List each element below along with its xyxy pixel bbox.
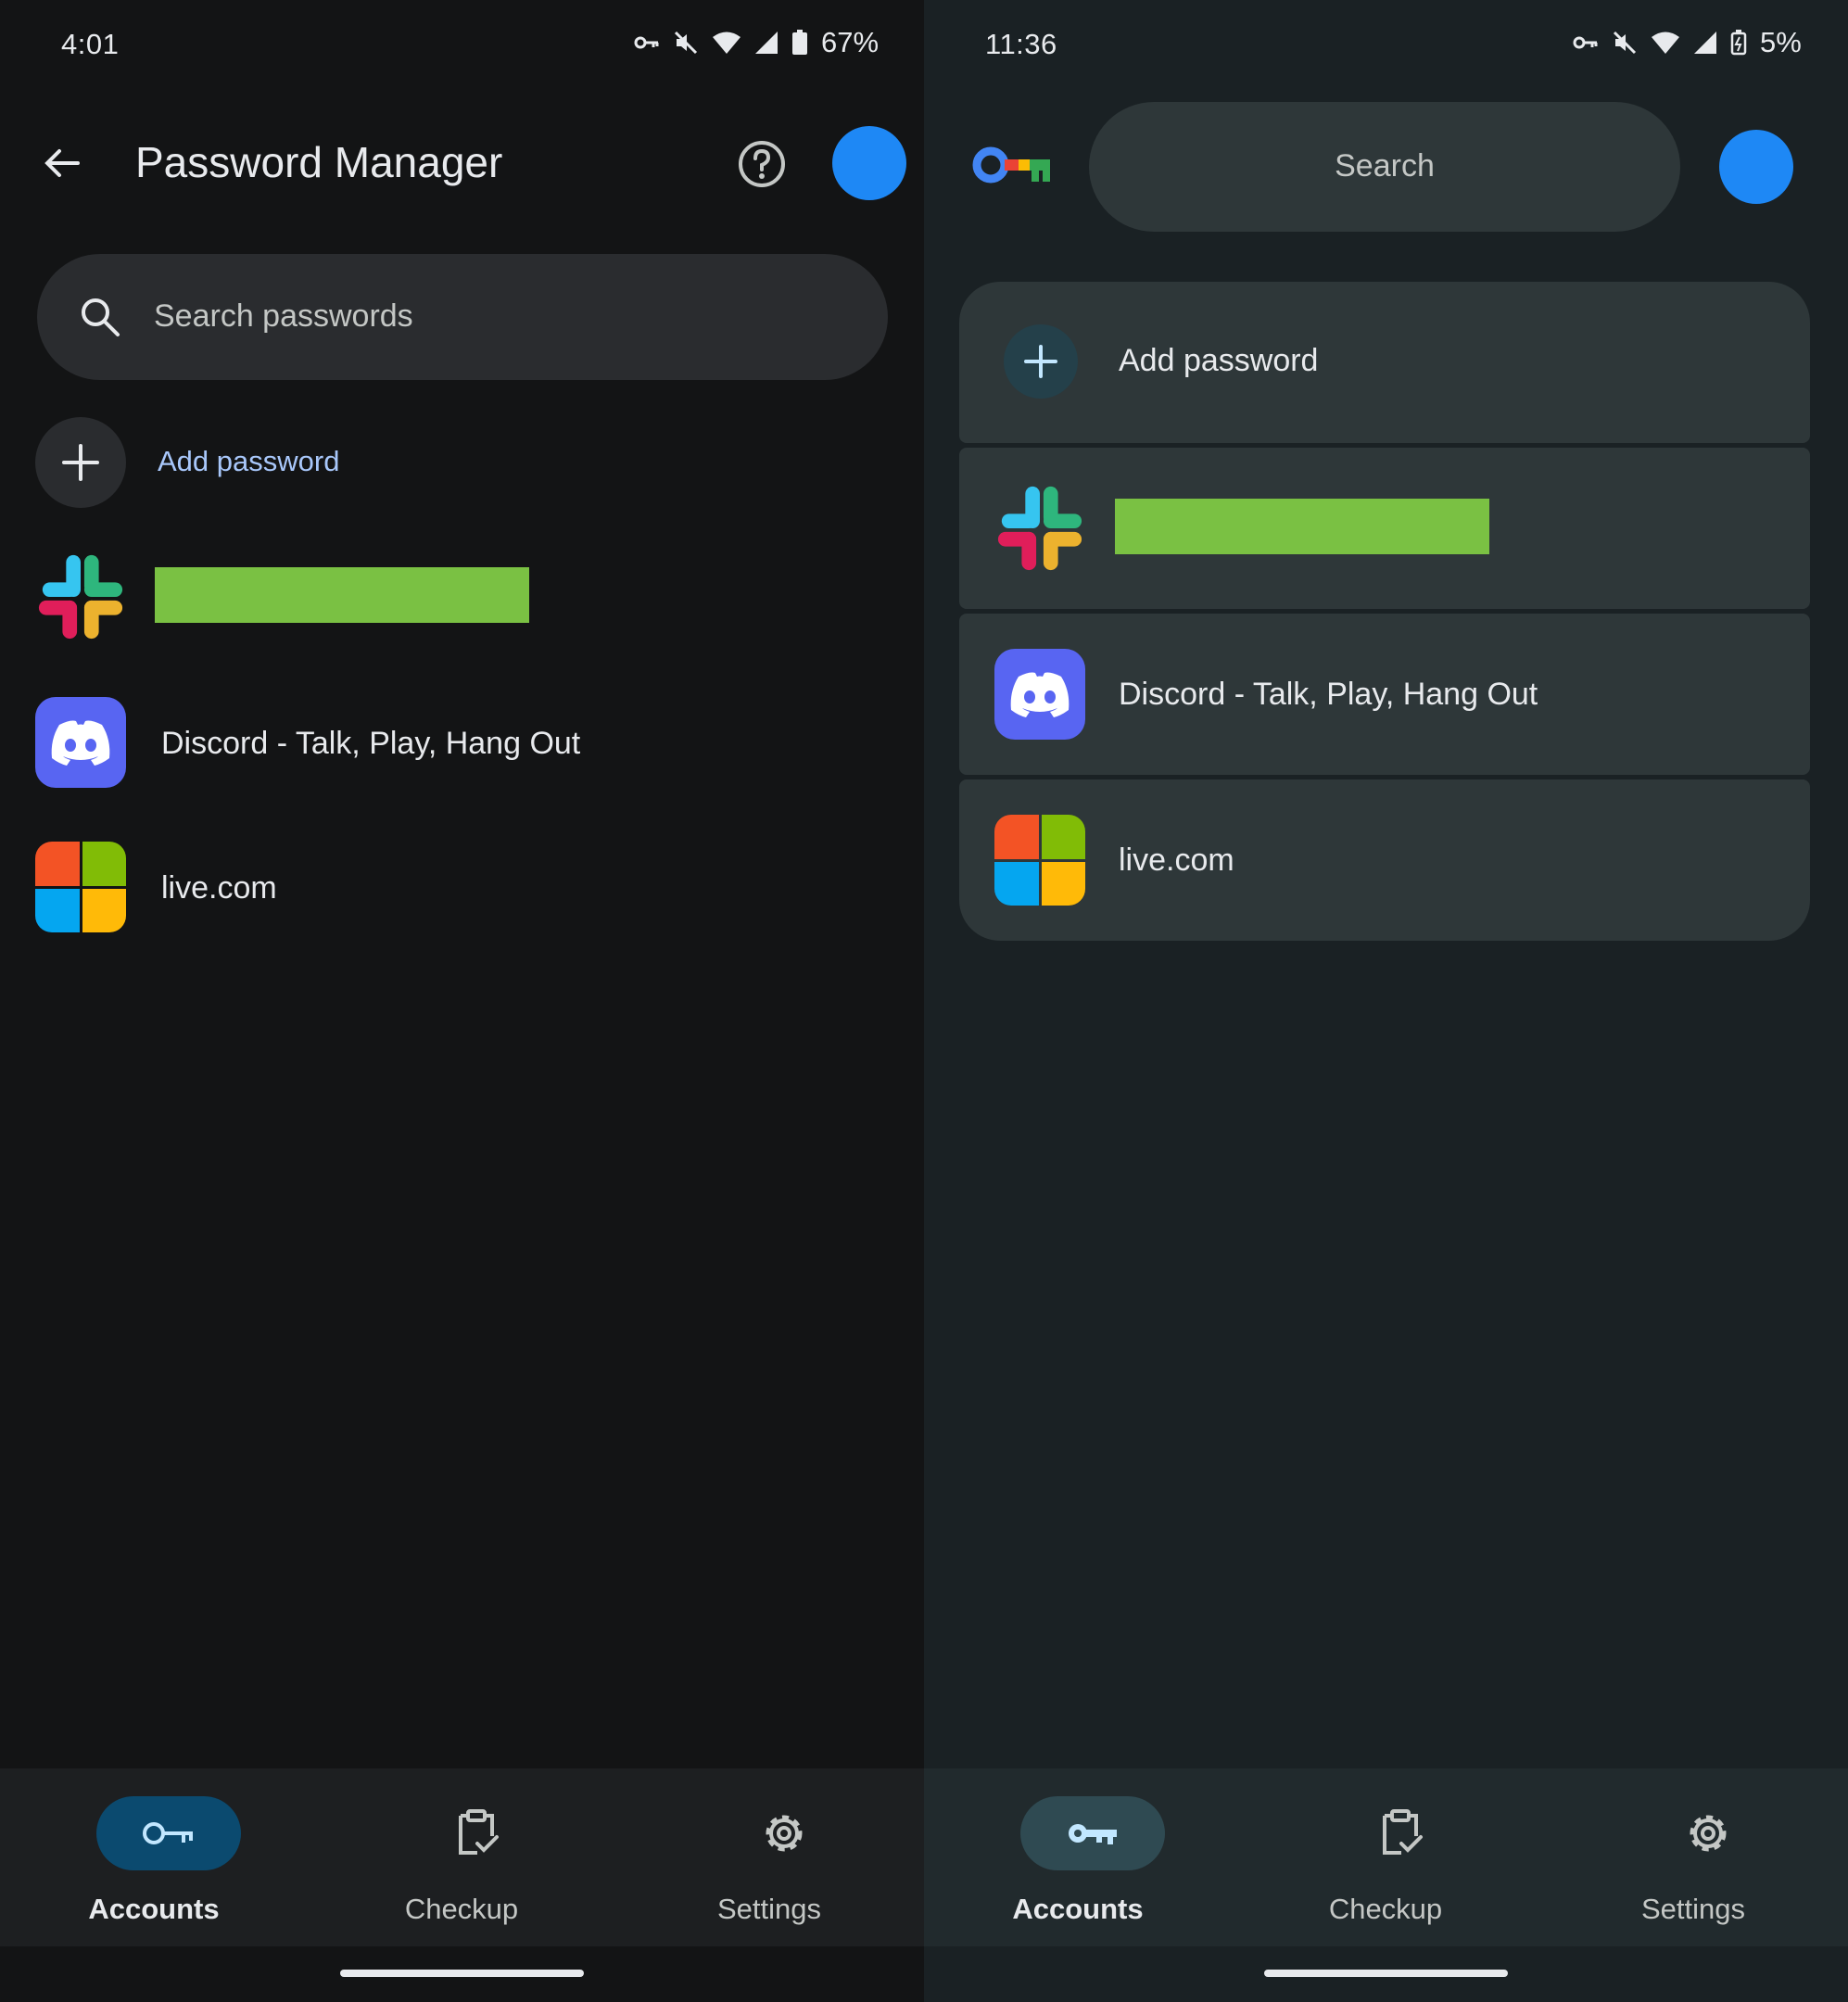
nav-label: Settings: [1640, 1893, 1745, 1925]
back-arrow-icon: [44, 149, 80, 177]
nav-accounts[interactable]: Accounts: [0, 1768, 308, 1946]
search-placeholder: Search passwords: [154, 298, 413, 334]
back-button[interactable]: [41, 141, 85, 185]
discord-icon: [35, 697, 126, 788]
account-avatar[interactable]: [832, 126, 906, 200]
account-avatar[interactable]: [1719, 130, 1793, 204]
key-icon: [143, 1822, 193, 1844]
list-item-title: Discord - Talk, Play, Hang Out: [161, 726, 581, 761]
vpn-key-icon: [1573, 36, 1598, 49]
home-indicator[interactable]: [1264, 1970, 1508, 1977]
password-manager-logo-icon: [972, 146, 1050, 184]
nav-label: Checkup: [1328, 1893, 1443, 1925]
list-item-discord[interactable]: Discord - Talk, Play, Hang Out: [959, 614, 1810, 775]
signal-icon: [1694, 32, 1716, 54]
help-icon: [739, 141, 785, 187]
left-screen: 4:01 67% Password Manager Search passwor…: [0, 0, 924, 2002]
microsoft-icon: [994, 815, 1085, 906]
add-icon: [1004, 324, 1078, 399]
nav-checkup[interactable]: Checkup: [308, 1768, 615, 1946]
slack-icon: [38, 554, 123, 640]
search-input[interactable]: Search passwords: [37, 254, 888, 380]
status-time: 11:36: [985, 28, 1057, 60]
page-title: Password Manager: [135, 138, 503, 186]
list-item-title: live.com: [1119, 843, 1234, 878]
search-icon: [82, 298, 120, 336]
add-password-label: Add password: [1119, 343, 1319, 378]
search-input[interactable]: Search: [1089, 102, 1680, 232]
nav-label: Accounts: [88, 1893, 220, 1925]
mute-icon: [1613, 31, 1637, 55]
nav-label: Checkup: [404, 1893, 519, 1925]
microsoft-icon: [35, 842, 126, 932]
bottom-nav: Accounts Checkup Settings: [0, 1768, 924, 1946]
nav-settings[interactable]: Settings: [615, 1768, 923, 1946]
list-item-slack[interactable]: [959, 448, 1810, 609]
checkup-icon: [459, 1809, 499, 1855]
list-item-live[interactable]: live.com: [959, 779, 1810, 941]
list-item-title: Discord - Talk, Play, Hang Out: [1119, 677, 1538, 712]
add-password-label: Add password: [158, 445, 340, 477]
status-icons: 5%: [1573, 26, 1802, 59]
wifi-icon: [1652, 32, 1679, 54]
checkup-icon: [1383, 1809, 1423, 1855]
nav-label: Accounts: [1012, 1893, 1144, 1925]
nav-checkup[interactable]: Checkup: [1232, 1768, 1539, 1946]
list-item-title: live.com: [161, 870, 277, 906]
add-icon: [35, 417, 126, 508]
search-placeholder: Search: [1335, 148, 1435, 184]
list-item-slack[interactable]: [0, 0, 924, 102]
battery-icon: [1730, 30, 1747, 56]
battery-percent: 5%: [1760, 26, 1802, 58]
key-icon: [1069, 1824, 1117, 1844]
nav-active-indicator: [1020, 1796, 1165, 1870]
home-indicator[interactable]: [340, 1970, 584, 1977]
add-password-button[interactable]: [35, 417, 777, 508]
add-password-button[interactable]: Add password: [959, 282, 1810, 443]
right-screen: 11:36 5% Search Add password Discord - T…: [924, 0, 1848, 2002]
nav-label: Settings: [716, 1893, 821, 1925]
nav-accounts[interactable]: Accounts: [924, 1768, 1232, 1946]
slack-icon: [997, 486, 1082, 571]
nav-settings[interactable]: Settings: [1539, 1768, 1847, 1946]
redacted-title: [1115, 499, 1489, 554]
redacted-title: [155, 567, 529, 623]
nav-active-indicator: [96, 1796, 241, 1870]
discord-icon: [994, 649, 1085, 740]
bottom-nav: Accounts Checkup Settings: [924, 1768, 1848, 1946]
help-button[interactable]: [738, 140, 786, 188]
list-item-live[interactable]: [0, 834, 924, 936]
gear-icon: [766, 1815, 803, 1852]
gear-icon: [1690, 1815, 1727, 1852]
